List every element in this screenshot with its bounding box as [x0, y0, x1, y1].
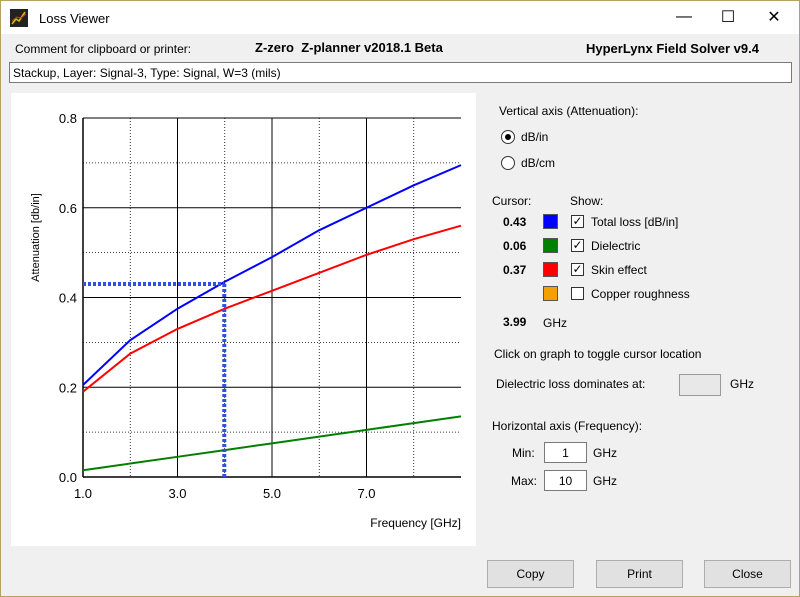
- comment-label: Comment for clipboard or printer:: [15, 42, 192, 56]
- radio-db-in[interactable]: [501, 130, 515, 144]
- max-frequency-input[interactable]: [544, 470, 587, 491]
- x-tick-label: 1.0: [74, 486, 92, 501]
- y-axis-label: Attenuation [db/in]: [30, 193, 42, 282]
- max-frequency-unit: GHz: [593, 474, 617, 488]
- app-icon: [10, 9, 28, 27]
- close-window-button[interactable]: ✕: [751, 1, 797, 33]
- dielectric-dominates-unit: GHz: [730, 377, 754, 391]
- loss-viewer-window: Loss Viewer — ☐ ✕ Comment for clipboard …: [0, 0, 800, 597]
- skin-effect-swatch: [543, 262, 558, 277]
- y-tick-label: 0.6: [59, 201, 77, 216]
- vertical-axis-label: Vertical axis (Attenuation):: [499, 104, 639, 118]
- y-tick-label: 0.0: [59, 470, 77, 485]
- maximize-button[interactable]: ☐: [705, 1, 751, 33]
- print-button[interactable]: Print: [596, 560, 683, 588]
- dielectric-label[interactable]: Dielectric: [591, 239, 640, 253]
- copper-roughness-checkbox[interactable]: [571, 287, 584, 300]
- dielectric-swatch: [543, 238, 558, 253]
- dielectric-dominates-field: [679, 374, 721, 396]
- skin-effect-checkbox[interactable]: ✓: [571, 263, 584, 276]
- click-hint: Click on graph to toggle cursor location: [494, 347, 702, 361]
- solver-label: HyperLynx Field Solver v9.4: [586, 41, 759, 56]
- x-tick-label: 7.0: [357, 486, 375, 501]
- x-tick-label: 3.0: [168, 486, 186, 501]
- cursor-value-dielectric: 0.06: [503, 239, 527, 253]
- radio-db-cm[interactable]: [501, 156, 515, 170]
- total-loss-label[interactable]: Total loss [dB/in]: [591, 215, 678, 229]
- attenuation-chart[interactable]: 0.0 0.2 0.4 0.6 0.8 1.0 3.0 5.0 7.0 Frequency [GH…: [11, 93, 476, 546]
- app-version-label: Z-zero Z-planner v2018.1 Beta: [255, 40, 443, 55]
- horizontal-axis-label: Horizontal axis (Frequency):: [492, 419, 643, 433]
- copper-roughness-label[interactable]: Copper roughness: [591, 287, 690, 301]
- minimize-button[interactable]: —: [661, 1, 707, 33]
- y-tick-label: 0.4: [59, 291, 77, 306]
- radio-db-cm-label[interactable]: dB/cm: [521, 156, 555, 170]
- dielectric-checkbox[interactable]: ✓: [571, 239, 584, 252]
- min-frequency-unit: GHz: [593, 446, 617, 460]
- show-label: Show:: [570, 194, 604, 208]
- close-button[interactable]: Close: [704, 560, 791, 588]
- total-loss-checkbox[interactable]: ✓: [571, 215, 584, 228]
- min-label: Min:: [512, 446, 535, 460]
- skin-effect-label[interactable]: Skin effect: [591, 263, 647, 277]
- copy-button[interactable]: Copy: [487, 560, 574, 588]
- cursor-frequency-unit: GHz: [543, 316, 567, 330]
- cursor-frequency-value: 3.99: [503, 315, 527, 329]
- total-loss-swatch: [543, 214, 558, 229]
- cursor-value-total: 0.43: [503, 215, 527, 229]
- max-label: Max:: [511, 474, 538, 488]
- attenuation-graph[interactable]: 0.0 0.2 0.4 0.6 0.8 1.0 3.0 5.0 7.0 Frequency [GH…: [11, 93, 476, 546]
- radio-db-in-label[interactable]: dB/in: [521, 130, 548, 144]
- y-tick-label: 0.8: [59, 111, 77, 126]
- cursor-label: Cursor:: [492, 194, 532, 208]
- window-title: Loss Viewer: [39, 11, 110, 26]
- cursor-value-skin: 0.37: [503, 263, 527, 277]
- y-tick-label: 0.2: [59, 380, 77, 395]
- x-axis-label: Frequency [GHz]: [370, 516, 461, 530]
- title-bar: Loss Viewer — ☐ ✕: [1, 1, 799, 34]
- copper-roughness-swatch: [543, 286, 558, 301]
- dielectric-dominates-label: Dielectric loss dominates at:: [496, 377, 646, 391]
- min-frequency-input[interactable]: [544, 442, 587, 463]
- comment-input[interactable]: [9, 62, 792, 83]
- x-tick-label: 5.0: [263, 486, 281, 501]
